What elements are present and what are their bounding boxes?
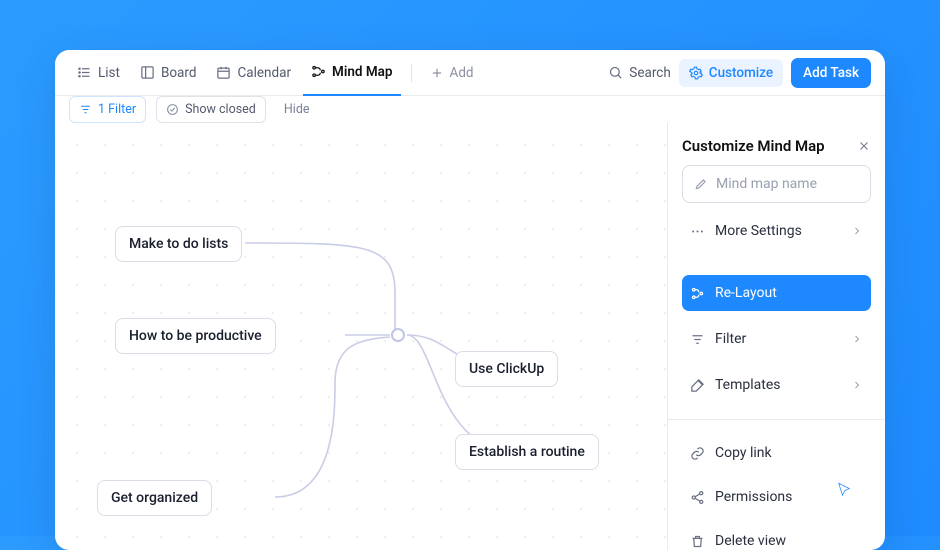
link-icon — [690, 446, 705, 461]
plus-icon — [430, 66, 444, 80]
check-circle-icon — [166, 103, 179, 116]
mind-map-node[interactable]: Use ClickUp — [455, 351, 558, 387]
search-label: Search — [629, 65, 670, 81]
search-button[interactable]: Search — [608, 65, 670, 81]
delete-view-action[interactable]: Delete view — [682, 524, 871, 550]
divider — [411, 64, 412, 82]
chevron-right-icon — [851, 225, 863, 237]
tab-mind-map[interactable]: Mind Map — [303, 50, 400, 96]
close-panel-button[interactable] — [857, 139, 871, 153]
tab-label: Add — [450, 65, 474, 81]
option-label: More Settings — [715, 223, 802, 239]
tab-calendar[interactable]: Calendar — [208, 50, 299, 96]
copy-link-action[interactable]: Copy link — [682, 436, 871, 470]
layout-icon — [690, 286, 705, 301]
option-label: Templates — [715, 377, 781, 393]
pencil-icon — [694, 177, 708, 191]
templates-icon — [690, 378, 705, 393]
re-layout-option[interactable]: Re-Layout — [682, 275, 871, 311]
tab-add-view[interactable]: Add — [422, 50, 482, 96]
hide-button[interactable]: Hide — [276, 97, 318, 122]
mind-map-node[interactable]: Get organized — [97, 480, 212, 516]
filter-label: 1 Filter — [98, 102, 136, 117]
root-node-handle[interactable] — [391, 328, 405, 342]
board-icon — [140, 65, 155, 80]
add-task-label: Add Task — [803, 65, 859, 81]
tab-label: Mind Map — [332, 64, 392, 80]
app-window: List Board Calendar Mind Map Add Search — [55, 50, 885, 550]
chevron-right-icon — [851, 333, 863, 345]
list-icon — [77, 65, 92, 80]
share-icon — [690, 490, 705, 505]
templates-option[interactable]: Templates — [682, 367, 871, 403]
calendar-icon — [216, 65, 231, 80]
filter-icon — [690, 332, 705, 347]
mind-map-icon — [311, 64, 326, 79]
view-tabs-bar: List Board Calendar Mind Map Add Search — [55, 50, 885, 96]
tab-label: Calendar — [237, 65, 291, 81]
action-label: Copy link — [715, 445, 772, 461]
add-task-button[interactable]: Add Task — [791, 58, 871, 88]
filter-icon — [79, 103, 92, 116]
show-closed-label: Show closed — [185, 102, 256, 117]
action-label: Delete view — [715, 533, 786, 549]
tab-label: List — [98, 65, 120, 81]
hide-label: Hide — [284, 102, 310, 117]
filter-chip[interactable]: 1 Filter — [69, 96, 146, 123]
tab-board[interactable]: Board — [132, 50, 205, 96]
panel-title: Customize Mind Map — [682, 137, 825, 155]
mind-map-node[interactable]: How to be productive — [115, 318, 276, 354]
name-placeholder: Mind map name — [716, 176, 817, 192]
gear-icon — [689, 66, 703, 80]
more-icon — [690, 224, 705, 239]
action-label: Permissions — [715, 489, 792, 505]
search-icon — [608, 65, 623, 80]
option-label: Re-Layout — [715, 285, 777, 301]
customize-button[interactable]: Customize — [679, 59, 783, 87]
body: Make to do lists How to be productive Us… — [55, 123, 885, 550]
tab-label: Board — [161, 65, 197, 81]
show-closed-chip[interactable]: Show closed — [156, 96, 266, 123]
option-label: Filter — [715, 331, 746, 347]
customize-panel: Customize Mind Map Mind map name More Se… — [667, 123, 885, 550]
filter-option[interactable]: Filter — [682, 321, 871, 357]
more-settings-option[interactable]: More Settings — [682, 213, 871, 249]
mind-map-node[interactable]: Establish a routine — [455, 434, 599, 470]
filter-bar: 1 Filter Show closed Hide — [55, 96, 885, 123]
mind-map-node[interactable]: Make to do lists — [115, 226, 242, 262]
tab-list[interactable]: List — [69, 50, 128, 96]
close-icon — [857, 139, 871, 153]
chevron-right-icon — [851, 379, 863, 391]
divider — [668, 419, 885, 420]
mind-map-name-input[interactable]: Mind map name — [682, 165, 871, 203]
mind-map-canvas[interactable]: Make to do lists How to be productive Us… — [55, 123, 667, 550]
customize-label: Customize — [709, 65, 773, 81]
permissions-action[interactable]: Permissions — [682, 480, 871, 514]
